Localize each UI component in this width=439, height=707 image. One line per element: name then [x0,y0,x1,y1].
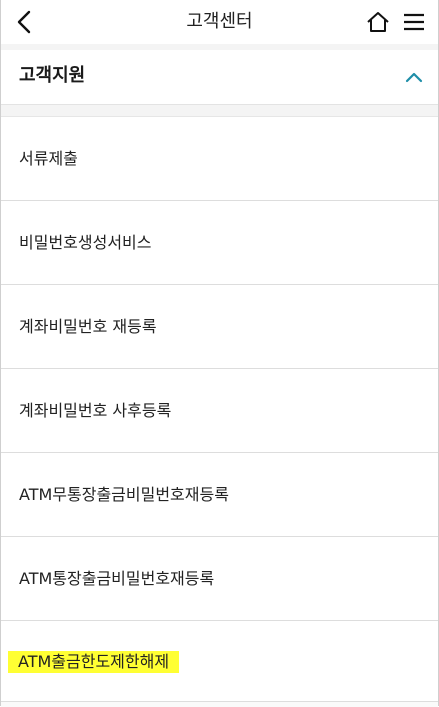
section-title: 고객지원 [19,65,86,86]
home-icon [367,12,389,32]
list-item-atm-cardless-withdrawal-password[interactable]: ATM무통장출금비밀번호재등록 [1,452,438,536]
list-item-label: 계좌비밀번호 사후등록 [19,401,172,420]
hamburger-menu-icon [404,13,424,31]
list-item-document-submission[interactable]: 서류제출 [1,116,438,200]
list-item-label: 계좌비밀번호 재등록 [19,317,157,336]
chevron-up-icon [405,72,423,83]
list-item-atm-passbook-withdrawal-password[interactable]: ATM통장출금비밀번호재등록 [1,536,438,620]
bottom-divider [1,701,438,707]
list-item-password-generation[interactable]: 비밀번호생성서비스 [1,200,438,284]
support-menu-list: 서류제출 비밀번호생성서비스 계좌비밀번호 재등록 계좌비밀번호 사후등록 AT… [1,116,438,704]
top-app-bar: 고객센터 [1,0,438,44]
home-button[interactable] [364,8,392,36]
menu-button[interactable] [400,8,428,36]
list-item-atm-withdrawal-limit-release[interactable]: ATM출금한도제한해제 [1,620,438,704]
list-item-account-password-reregister[interactable]: 계좌비밀번호 재등록 [1,284,438,368]
list-item-label: 비밀번호생성서비스 [19,233,152,252]
list-item-label: ATM통장출금비밀번호재등록 [19,569,215,588]
list-item-label: 서류제출 [19,149,78,168]
list-item-label-highlighted: ATM출금한도제한해제 [8,651,180,673]
section-header-customer-support[interactable]: 고객지원 [1,50,438,105]
list-item-label: ATM무통장출금비밀번호재등록 [19,485,229,504]
list-item-account-password-post-register[interactable]: 계좌비밀번호 사후등록 [1,368,438,452]
